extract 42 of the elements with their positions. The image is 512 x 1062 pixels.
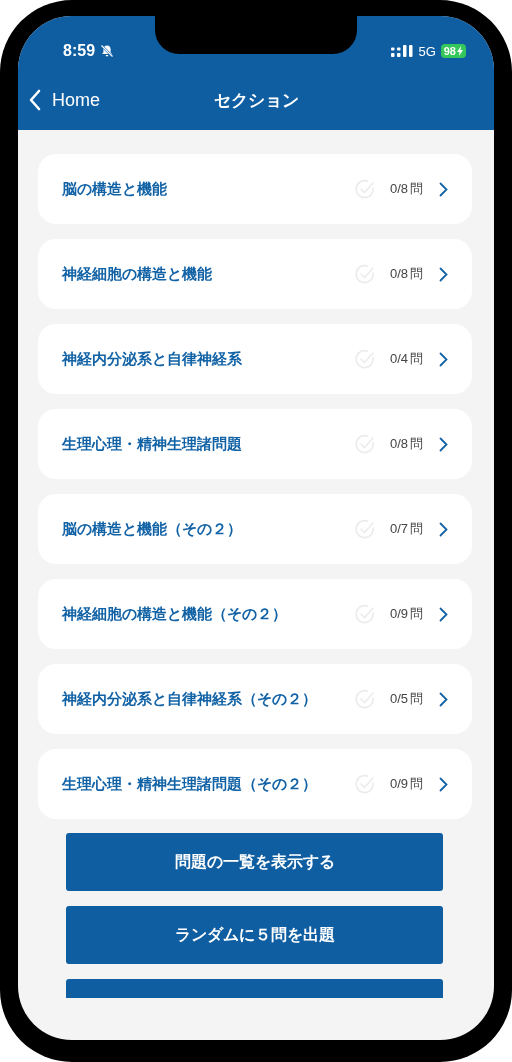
section-card[interactable]: 生理心理・精神生理諸問題 0/8 問 xyxy=(38,409,472,479)
section-card[interactable]: 脳の構造と機能（その２） 0/7 問 xyxy=(38,494,472,564)
back-button[interactable]: Home xyxy=(18,89,100,111)
progress-count: 0/8 問 xyxy=(389,435,423,453)
chevron-right-icon xyxy=(439,606,448,622)
section-card[interactable]: 神経内分泌系と自律神経系 0/4 問 xyxy=(38,324,472,394)
chevron-left-icon xyxy=(28,89,42,111)
section-card[interactable]: 神経細胞の構造と機能（その２） 0/9 問 xyxy=(38,579,472,649)
section-title: 神経内分泌系と自律神経系（その２） xyxy=(62,689,318,709)
chevron-right-icon xyxy=(439,521,448,537)
battery-indicator: 98 xyxy=(440,44,466,58)
screen-title: セクション xyxy=(212,88,300,112)
status-time: 8:59 xyxy=(63,42,96,60)
section-title: 神経細胞の構造と機能 xyxy=(62,264,213,284)
section-card[interactable]: 脳の構造と機能 0/8 問 xyxy=(38,154,472,224)
bell-slash-icon xyxy=(100,44,115,58)
chevron-right-icon xyxy=(439,691,448,707)
progress-count: 0/8 問 xyxy=(389,180,423,198)
section-title: 神経内分泌系と自律神経系 xyxy=(62,349,243,369)
signal-icon xyxy=(391,44,414,58)
chevron-right-icon xyxy=(439,181,448,197)
chevron-right-icon xyxy=(439,266,448,282)
section-card[interactable]: 生理心理・精神生理諸問題（その２） 0/9 問 xyxy=(38,749,472,819)
section-title: 神経細胞の構造と機能（その２） xyxy=(62,604,288,624)
network-label: 5G xyxy=(418,43,436,59)
chevron-right-icon xyxy=(439,776,448,792)
section-card[interactable]: 神経内分泌系と自律神経系（その２） 0/5 問 xyxy=(38,664,472,734)
progress-count: 0/9 問 xyxy=(389,775,423,793)
section-title: 脳の構造と機能 xyxy=(62,179,168,199)
section-title: 脳の構造と機能（その２） xyxy=(62,519,243,539)
progress-count: 0/5 問 xyxy=(389,690,423,708)
progress-count: 0/9 問 xyxy=(389,605,423,623)
progress-count: 0/4 問 xyxy=(389,350,423,368)
progress-count: 0/8 問 xyxy=(389,265,423,283)
progress-count: 0/7 問 xyxy=(389,520,423,538)
section-title: 生理心理・精神生理諸問題 xyxy=(62,434,243,454)
section-card[interactable]: 神経細胞の構造と機能 0/8 問 xyxy=(38,239,472,309)
action-button[interactable]: 問題の一覧を表示する xyxy=(66,833,443,891)
chevron-right-icon xyxy=(439,436,448,452)
chevron-right-icon xyxy=(439,351,448,367)
action-button[interactable]: ランダムに５問を出題 xyxy=(66,906,443,964)
section-title: 生理心理・精神生理諸問題（その２） xyxy=(62,774,318,794)
